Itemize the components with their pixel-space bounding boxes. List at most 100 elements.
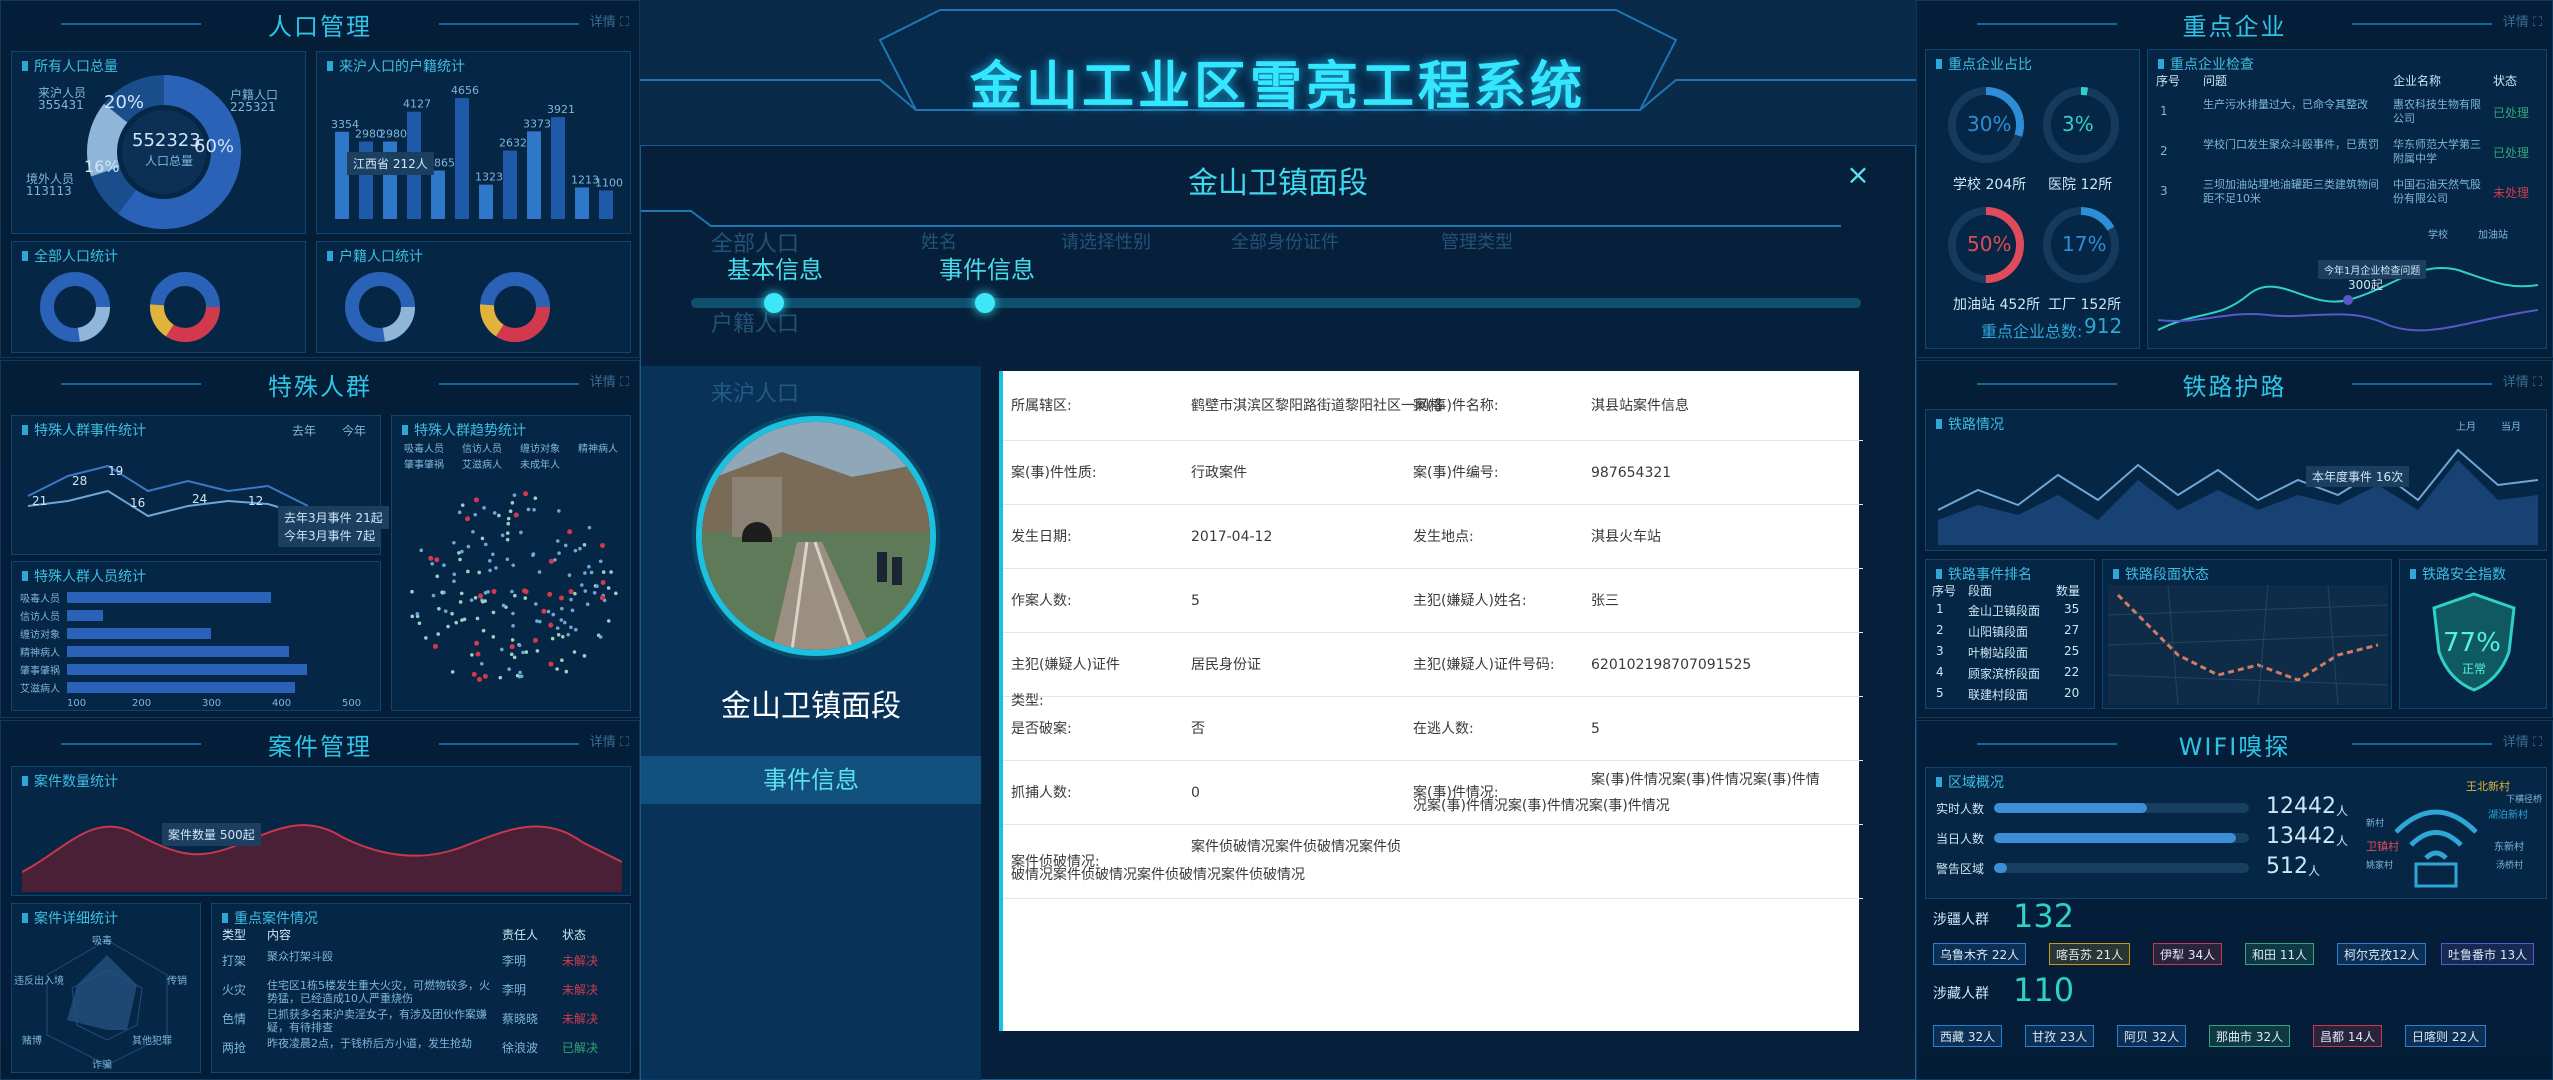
scatter-point <box>555 626 560 630</box>
region-tag[interactable]: 西藏 32人 <box>1933 1025 2003 1047</box>
scatter-point <box>595 584 599 588</box>
region-tag[interactable]: 昌都 14人 <box>2313 1025 2383 1047</box>
scatter-point <box>582 654 587 658</box>
radar-axis-0: 吸毒 <box>92 936 112 947</box>
scatter-point <box>415 612 420 616</box>
household-bar <box>503 150 517 219</box>
legend-last-year: 去年 <box>292 424 317 438</box>
scatter-point <box>505 531 510 535</box>
scatter-point <box>506 516 511 521</box>
scatter-point <box>509 644 515 650</box>
scatter-point <box>535 649 540 653</box>
dashboard: 人口管理 详情 ⛶ 所有人口总量 552323 人口总量 20% 60% 16%… <box>0 0 2553 1080</box>
region-tag[interactable]: 喀吾苏 21人 <box>2049 943 2131 965</box>
scatter-point <box>556 632 561 637</box>
scatter-point <box>560 606 564 611</box>
detail-link[interactable]: 详情 ⛶ <box>2503 11 2542 30</box>
region-tag[interactable]: 柯尔克孜12人 <box>2337 943 2427 965</box>
special-event-panel: 特殊人群事件统计 去年 今年 21 28 19 16 24 12 去年3月事件 … <box>11 415 389 555</box>
scatter-point <box>555 539 560 543</box>
key-case-header: 类型 <box>222 928 247 942</box>
scatter-point <box>477 570 482 575</box>
detail-value: 张三 <box>1591 593 1619 609</box>
region-tag[interactable]: 吐鲁番市 13人 <box>2441 943 2535 965</box>
check-company: 华东师范大学第三附属中学 <box>2393 138 2481 165</box>
check-header: 状态 <box>2493 74 2518 88</box>
all-population-donuts <box>40 272 220 342</box>
scatter-point <box>598 559 603 564</box>
detail-link[interactable]: 详情 ⛶ <box>590 11 629 30</box>
region-tag[interactable]: 和田 11人 <box>2245 943 2315 965</box>
region-tag[interactable]: 那曲市 32人 <box>2209 1025 2291 1047</box>
detail-link[interactable]: 详情 ⛶ <box>590 371 629 390</box>
step-event-info[interactable]: 事件信息 <box>939 250 1035 285</box>
scatter-point <box>446 624 450 629</box>
scatter-point <box>501 603 506 608</box>
detail-link[interactable]: 详情 ⛶ <box>590 731 629 750</box>
region-tag[interactable]: 日喀则 22人 <box>2405 1025 2487 1047</box>
detail-value: 居民身份证 <box>1191 657 1261 673</box>
detail-key: 案(事)件名称: <box>1413 398 1499 414</box>
detail-row: 案件侦破情况: 案件侦破情况案件侦破情况案件侦破情况案件侦破情况案件侦破情况案件侦… <box>1003 825 1863 899</box>
count-label: 精神病人 <box>20 648 60 659</box>
ratio-label: 学校 204所 <box>1953 177 2027 193</box>
step-basic-info[interactable]: 基本信息 <box>727 250 823 285</box>
rank-count: 25 <box>2064 644 2080 658</box>
step-dot-event[interactable] <box>975 293 995 313</box>
check-company: 惠农科技生物有限公司 <box>2393 98 2481 125</box>
bg-search-type: 管理类型 <box>1441 232 1513 253</box>
check-header: 企业名称 <box>2393 74 2442 88</box>
detail-value: 0 <box>1191 785 1200 801</box>
detail-link[interactable]: 详情 ⛶ <box>2503 731 2542 750</box>
scatter-point <box>599 595 605 601</box>
scatter-point <box>564 669 569 674</box>
check-issue: 生产污水排量过大，已命令其整改 <box>2203 98 2368 111</box>
detail-value: 淇县站案件信息 <box>1591 398 1689 414</box>
household-bar-label: 2632 <box>499 137 527 150</box>
rank-no: 3 <box>1936 644 1944 658</box>
scatter-point <box>491 589 497 595</box>
household-bar-label: 3921 <box>547 103 575 116</box>
scatter-point <box>600 580 606 586</box>
scatter-point <box>430 561 434 566</box>
rail-legend-last: 上月 <box>2456 422 2476 433</box>
detail-link[interactable]: 详情 ⛶ <box>2503 371 2542 390</box>
scatter-point <box>560 634 565 639</box>
val-4: 24 <box>192 492 208 506</box>
trend-legend-3: 精神病人 <box>578 444 618 455</box>
ratio-pct: 3% <box>2062 112 2094 136</box>
step-dot-basic[interactable] <box>764 293 784 313</box>
scatter-point <box>460 549 464 554</box>
scatter-point <box>419 548 424 553</box>
region-tag[interactable]: 乌鲁木齐 22人 <box>1933 943 2027 965</box>
key-case-owner: 李明 <box>502 983 527 997</box>
rank-header: 数量 <box>2056 584 2081 598</box>
scatter-point <box>560 658 564 663</box>
radar-axis-1: 传销 <box>167 976 187 987</box>
scatter-point <box>557 551 561 556</box>
scatter-point <box>548 558 554 564</box>
scatter-point <box>601 570 606 574</box>
special-count-panel: 特殊人群人员统计 吸毒人员 信访人员 缠访对象 精神病人 肇事肇祸 艾滋病人 100 20… <box>11 561 381 711</box>
rank-header: 序号 <box>1932 584 1957 598</box>
enterprise-total-value: 912 <box>2084 314 2123 338</box>
scatter-point <box>513 512 519 518</box>
rank-count: 20 <box>2064 686 2080 700</box>
scatter-point <box>437 606 441 611</box>
location-photo <box>696 416 936 656</box>
section-title: 特殊人群 <box>1 367 639 402</box>
app-header: 金山工业区雪亮工程系统 <box>640 0 1916 130</box>
count-label: 肇事肇祸 <box>20 666 60 677</box>
region-tag[interactable]: 阿贝 32人 <box>2117 1025 2187 1047</box>
scatter-point <box>452 579 456 584</box>
case-area-chart <box>22 824 622 892</box>
sidebar-tab-event-info[interactable]: 事件信息 <box>641 756 981 804</box>
axis-400: 400 <box>272 698 292 709</box>
check-legend-gas: 加油站 <box>2478 230 2508 241</box>
scatter-point <box>606 619 611 623</box>
scatter-point <box>505 537 510 542</box>
region-tag[interactable]: 甘孜 23人 <box>2025 1025 2095 1047</box>
region-tag[interactable]: 伊犁 34人 <box>2153 943 2223 965</box>
scatter-point <box>567 573 572 577</box>
special-population-section: 特殊人群 详情 ⛶ 特殊人群事件统计 去年 今年 21 28 19 16 24 … <box>0 360 640 718</box>
